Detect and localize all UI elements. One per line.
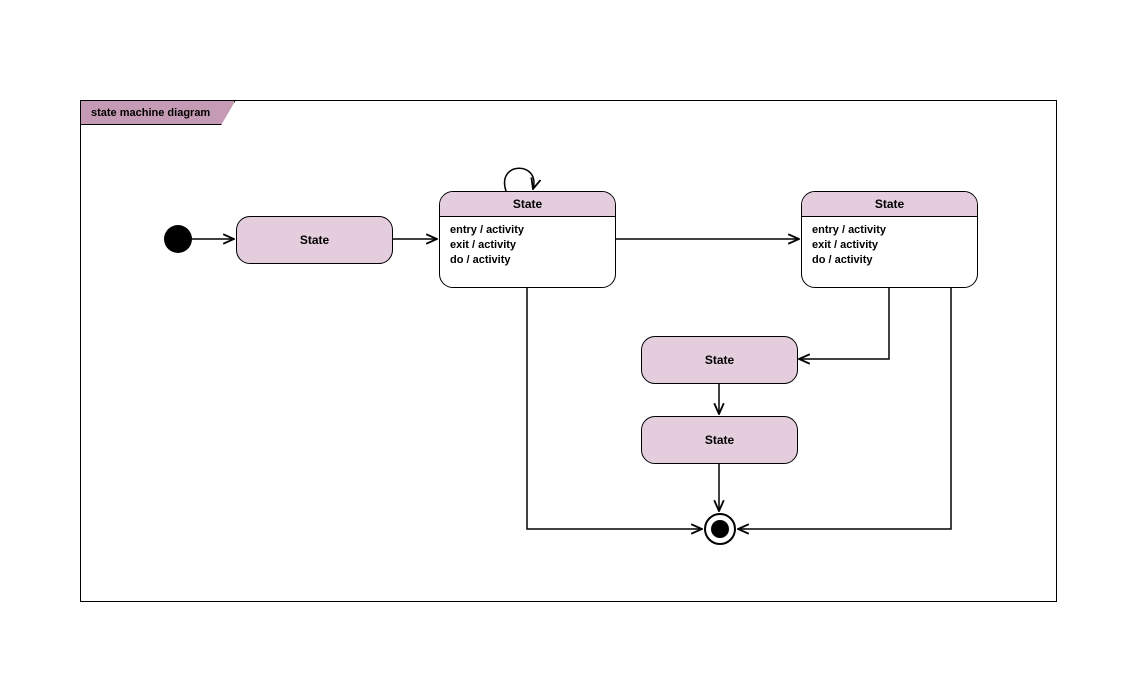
initial-state xyxy=(164,225,192,253)
state-node-3: State entry / activity exit / activity d… xyxy=(801,191,978,288)
state-node-1: State xyxy=(236,216,393,264)
state-activities: entry / activity exit / activity do / ac… xyxy=(802,217,977,274)
transition-s3-final xyxy=(738,288,951,529)
entry-activity: entry / activity xyxy=(812,223,967,238)
transition-s2-self xyxy=(505,168,534,191)
transition-s2-final xyxy=(527,288,702,529)
frame-title: state machine diagram xyxy=(91,107,210,119)
do-activity: do / activity xyxy=(812,253,967,268)
frame-title-tab: state machine diagram xyxy=(81,101,235,125)
entry-activity: entry / activity xyxy=(450,223,605,238)
state-label: State xyxy=(802,192,977,217)
exit-activity: exit / activity xyxy=(450,238,605,253)
state-node-5: State xyxy=(641,416,798,464)
exit-activity: exit / activity xyxy=(812,238,967,253)
final-state xyxy=(704,513,736,545)
state-label: State xyxy=(705,353,734,367)
diagram-frame: state machine diagram State State entry … xyxy=(80,100,1057,602)
state-activities: entry / activity exit / activity do / ac… xyxy=(440,217,615,274)
state-node-2: State entry / activity exit / activity d… xyxy=(439,191,616,288)
transitions xyxy=(81,101,1056,601)
state-node-4: State xyxy=(641,336,798,384)
transition-s3-s4 xyxy=(799,288,889,359)
state-label: State xyxy=(440,192,615,217)
state-label: State xyxy=(300,233,329,247)
do-activity: do / activity xyxy=(450,253,605,268)
state-label: State xyxy=(705,433,734,447)
